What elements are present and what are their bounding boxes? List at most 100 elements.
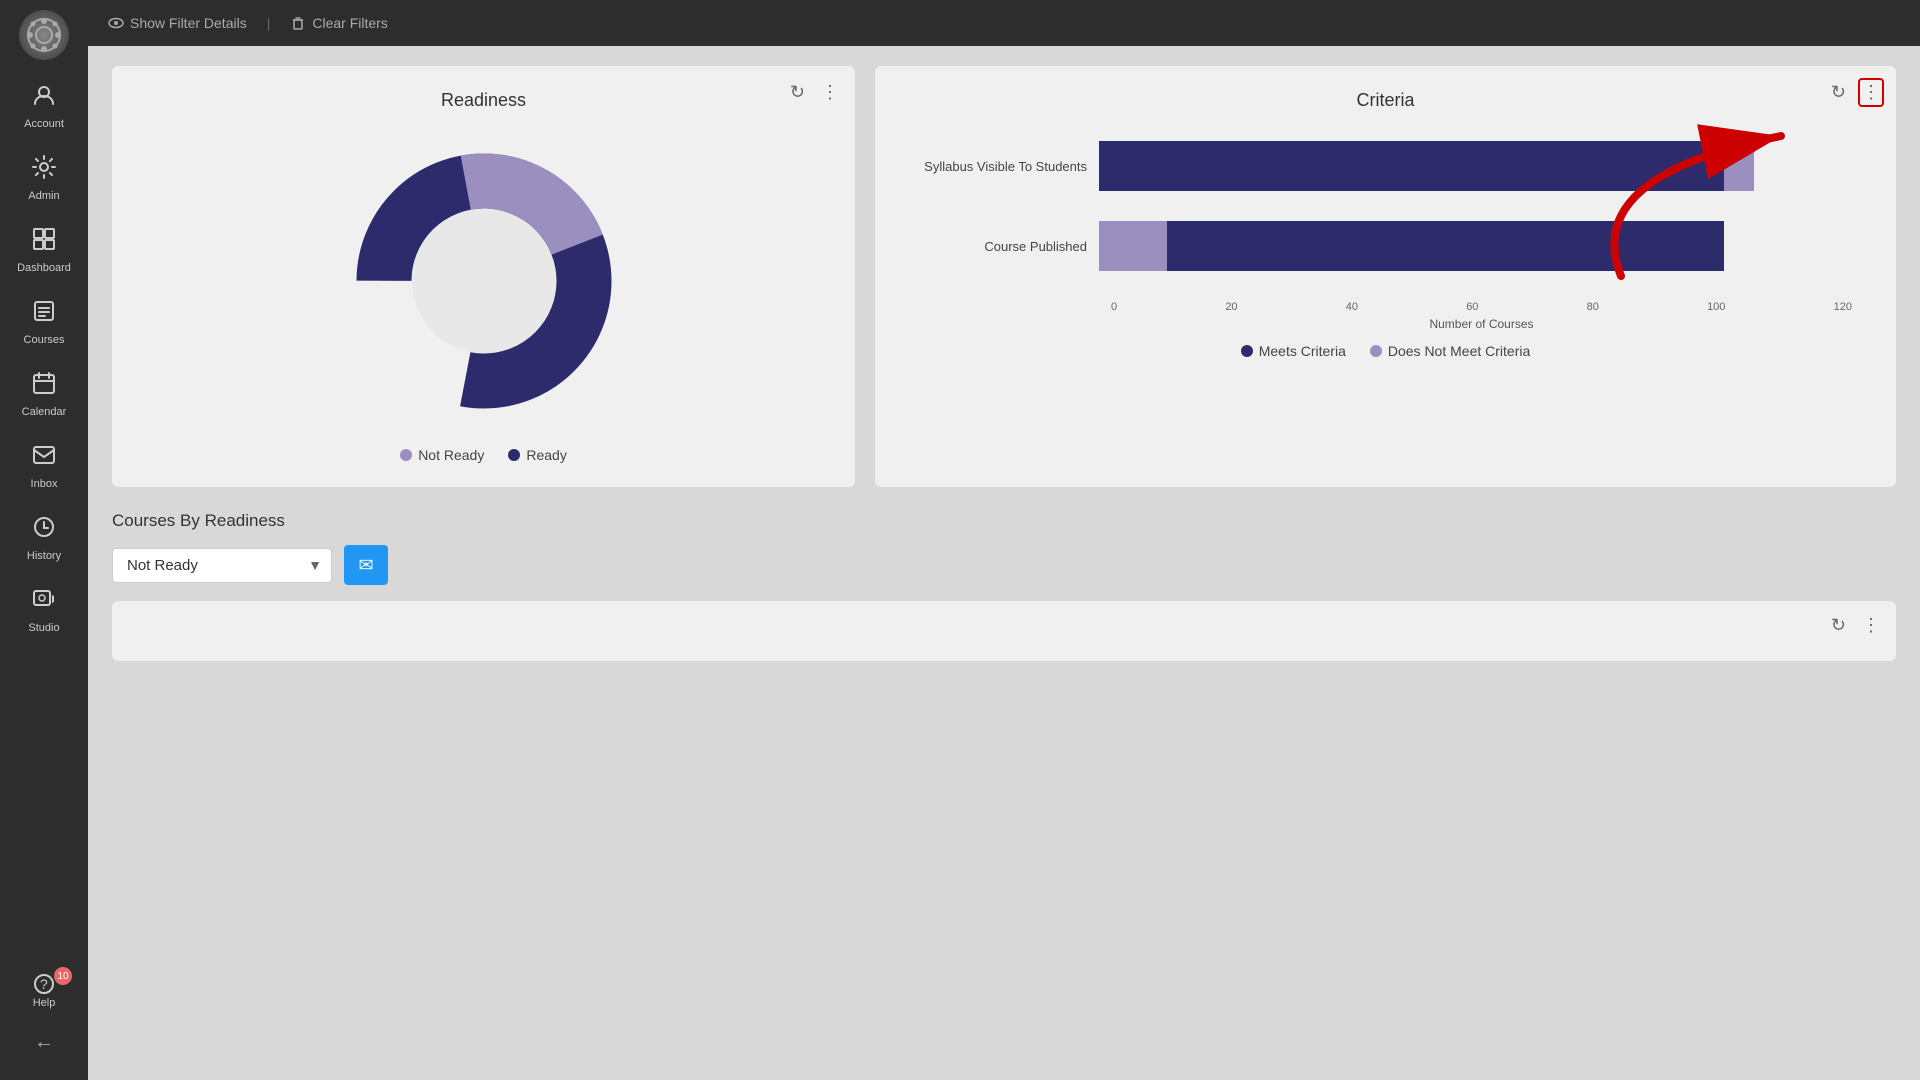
x-tick-100: 100 (1707, 301, 1725, 313)
sidebar-item-dashboard[interactable]: Dashboard (0, 214, 88, 286)
eye-icon (108, 15, 124, 31)
x-tick-120: 120 (1834, 301, 1852, 313)
account-icon (31, 82, 57, 114)
bar-row-published: Course Published (919, 221, 1852, 271)
admin-icon (31, 154, 57, 186)
help-badge: 10 (54, 967, 72, 985)
legend-not-ready-label: Not Ready (418, 447, 484, 463)
sidebar-item-inbox[interactable]: Inbox (0, 430, 88, 502)
collapse-sidebar-button[interactable]: ← (24, 1021, 64, 1064)
sidebar-bottom: 10 ? Help ← (0, 959, 88, 1080)
legend-not-ready: Not Ready (400, 447, 484, 463)
sidebar-item-admin-label: Admin (28, 190, 59, 202)
readiness-refresh-button[interactable]: ↻ (786, 78, 809, 107)
sidebar-item-studio[interactable]: Studio (0, 574, 88, 646)
filter-row: Not Ready Ready ▼ ✉ (112, 545, 1896, 585)
show-filter-details-button[interactable]: Show Filter Details (108, 15, 247, 31)
sidebar-item-account-label: Account (24, 118, 64, 130)
sidebar-item-courses-label: Courses (24, 334, 65, 346)
email-button[interactable]: ✉ (344, 545, 388, 585)
criteria-card: ↻ ⋮ Criteria (875, 66, 1896, 487)
readiness-legend: Not Ready Ready (400, 447, 567, 463)
x-tick-40: 40 (1346, 301, 1358, 313)
published-not-meets-bar (1099, 221, 1167, 271)
sidebar-item-courses[interactable]: Courses (0, 286, 88, 358)
readiness-card: ↻ ⋮ Readiness Not Ready (112, 66, 855, 487)
bottom-refresh-button[interactable]: ↻ (1827, 611, 1850, 640)
x-tick-60: 60 (1466, 301, 1478, 313)
not-meets-dot (1370, 345, 1382, 357)
show-filter-label: Show Filter Details (130, 15, 247, 31)
sidebar-item-admin[interactable]: Admin (0, 142, 88, 214)
clear-filters-label: Clear Filters (312, 15, 387, 31)
criteria-card-actions: ↻ ⋮ (1827, 78, 1884, 107)
history-icon (31, 514, 57, 546)
x-tick-0: 0 (1111, 301, 1117, 313)
courses-icon (31, 298, 57, 330)
sidebar-item-help[interactable]: 10 ? Help (0, 959, 88, 1021)
syllabus-label: Syllabus Visible To Students (919, 159, 1099, 174)
published-label: Course Published (919, 239, 1099, 254)
charts-row: ↻ ⋮ Readiness Not Ready (112, 66, 1896, 487)
readiness-card-actions: ↻ ⋮ (786, 78, 843, 107)
sidebar-item-inbox-label: Inbox (31, 478, 58, 490)
published-bar-track (1099, 221, 1852, 271)
legend-ready-label: Ready (526, 447, 566, 463)
legend-ready: Ready (508, 447, 566, 463)
topbar: Show Filter Details | Clear Filters (88, 0, 1920, 46)
inbox-icon (31, 442, 57, 474)
criteria-more-button[interactable]: ⋮ (1858, 78, 1884, 107)
x-axis-label: Number of Courses (1111, 317, 1852, 331)
readiness-more-button[interactable]: ⋮ (817, 78, 843, 107)
courses-by-readiness-title: Courses By Readiness (112, 511, 1896, 531)
published-meets-bar (1167, 221, 1724, 271)
topbar-divider: | (267, 15, 271, 31)
legend-meets-label: Meets Criteria (1259, 343, 1346, 359)
criteria-title: Criteria (899, 90, 1872, 111)
not-ready-dot (400, 449, 412, 461)
courses-by-readiness-section: Courses By Readiness Not Ready Ready ▼ ✉ (112, 511, 1896, 585)
trash-icon (290, 15, 306, 31)
sidebar-item-calendar[interactable]: Calendar (0, 358, 88, 430)
ready-dot (508, 449, 520, 461)
sidebar-item-help-label: Help (33, 997, 56, 1009)
sidebar-item-dashboard-label: Dashboard (17, 262, 71, 274)
readiness-title: Readiness (136, 90, 831, 111)
sidebar-item-history[interactable]: History (0, 502, 88, 574)
donut-container: Not Ready Ready (136, 131, 831, 463)
dashboard-icon (31, 226, 57, 258)
syllabus-meets-bar (1099, 141, 1724, 191)
sidebar: Account Admin Dashboard (0, 0, 88, 1080)
criteria-legend: Meets Criteria Does Not Meet Criteria (919, 343, 1852, 359)
studio-icon (31, 586, 57, 618)
readiness-dropdown[interactable]: Not Ready Ready (112, 548, 332, 583)
meets-dot (1241, 345, 1253, 357)
main-content: Show Filter Details | Clear Filters ↻ ⋮ … (88, 0, 1920, 1080)
syllabus-not-meets-bar (1724, 141, 1754, 191)
sidebar-item-calendar-label: Calendar (22, 406, 67, 418)
x-tick-20: 20 (1225, 301, 1237, 313)
legend-not-meets: Does Not Meet Criteria (1370, 343, 1530, 359)
legend-not-meets-label: Does Not Meet Criteria (1388, 343, 1530, 359)
sidebar-item-history-label: History (27, 550, 61, 562)
calendar-icon (31, 370, 57, 402)
readiness-donut-chart (334, 131, 634, 431)
bottom-more-button[interactable]: ⋮ (1858, 611, 1884, 640)
bar-row-syllabus: Syllabus Visible To Students (919, 141, 1852, 191)
sidebar-item-account[interactable]: Account (0, 70, 88, 142)
syllabus-bar-track (1099, 141, 1852, 191)
app-logo[interactable] (19, 10, 69, 60)
bottom-card-actions: ↻ ⋮ (1827, 611, 1884, 640)
email-icon: ✉ (358, 555, 373, 576)
x-ticks: 0 20 40 60 80 100 120 (1111, 301, 1852, 313)
legend-meets: Meets Criteria (1241, 343, 1346, 359)
x-tick-80: 80 (1587, 301, 1599, 313)
clear-filters-button[interactable]: Clear Filters (290, 15, 387, 31)
svg-text:?: ? (40, 976, 48, 992)
criteria-refresh-button[interactable]: ↻ (1827, 78, 1850, 107)
bottom-card: ↻ ⋮ (112, 601, 1896, 661)
x-axis: 0 20 40 60 80 100 120 Number of Courses (919, 301, 1852, 331)
content-area: ↻ ⋮ Readiness Not Ready (88, 46, 1920, 1080)
sidebar-item-studio-label: Studio (28, 622, 59, 634)
readiness-select-wrapper: Not Ready Ready ▼ (112, 548, 332, 583)
